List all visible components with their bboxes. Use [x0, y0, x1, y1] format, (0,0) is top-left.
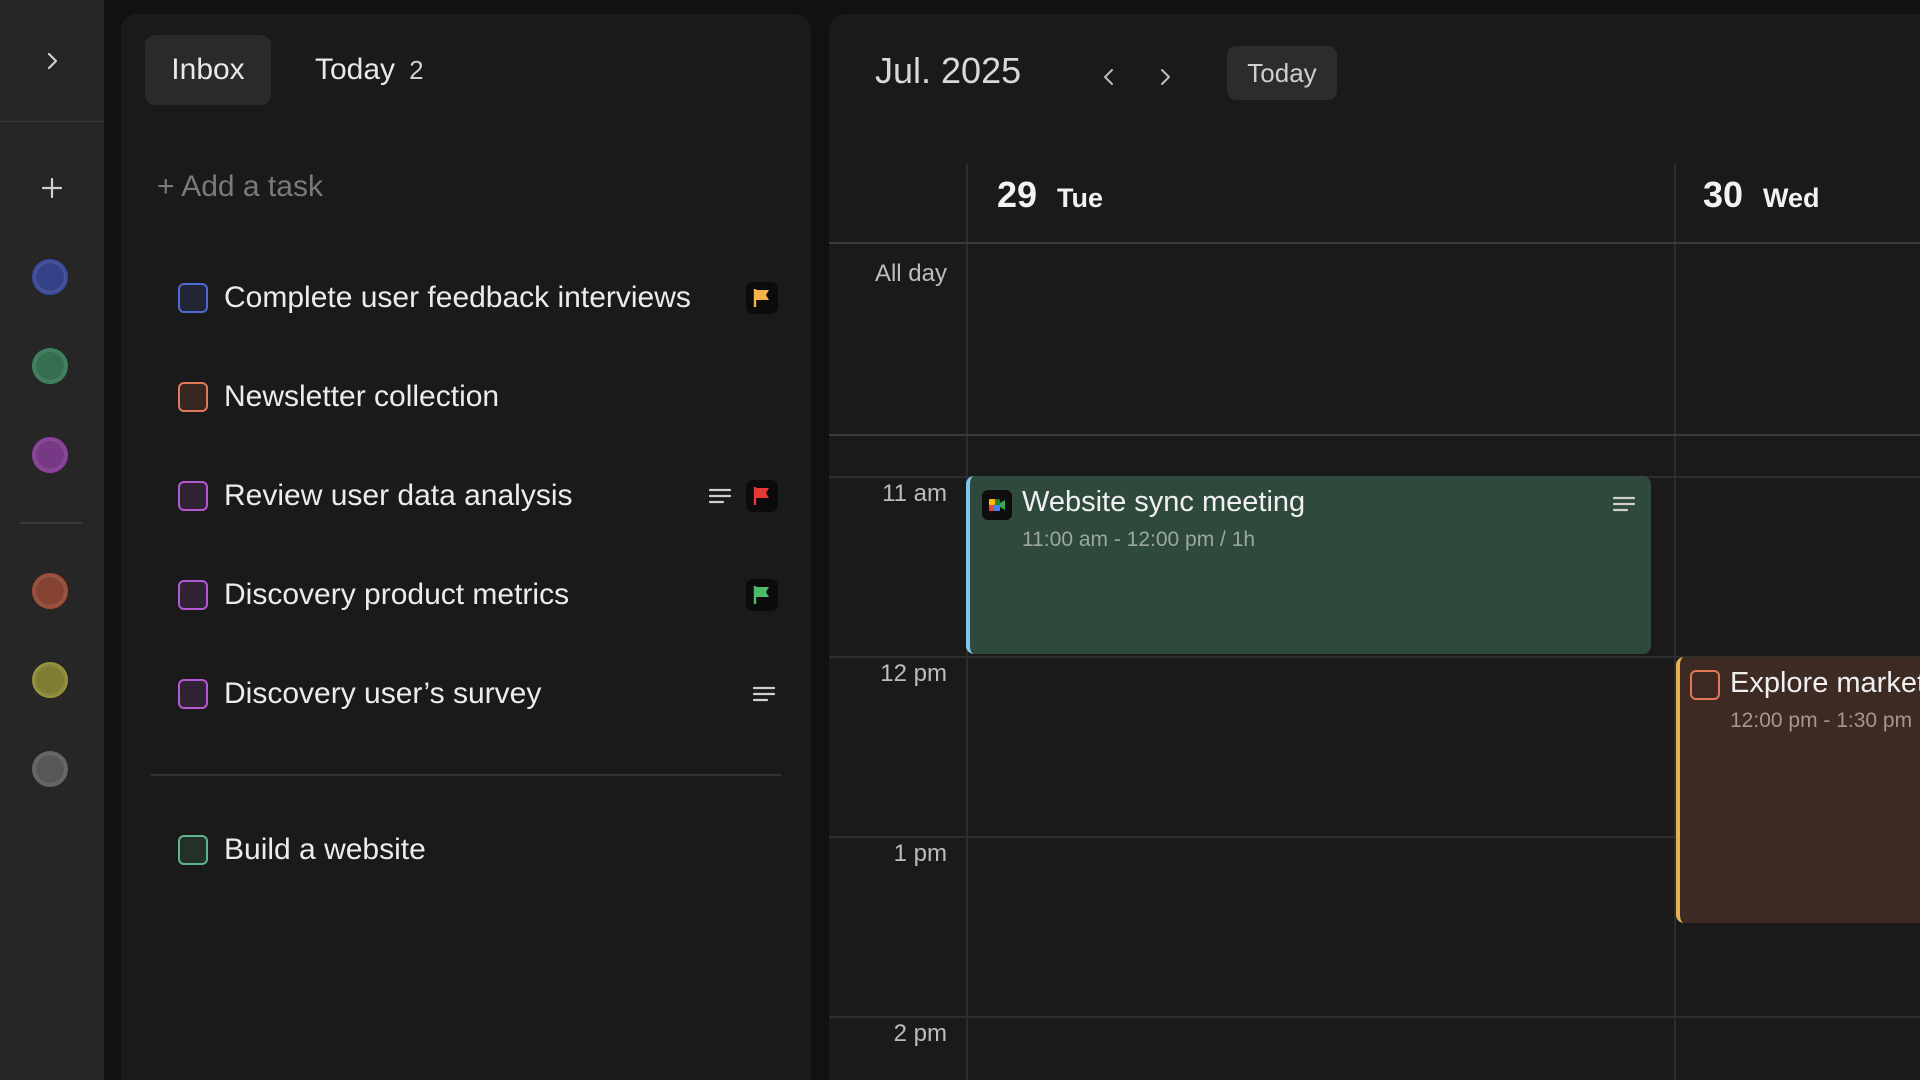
event-time: 12:00 pm - 1:30 pm: [1730, 709, 1913, 732]
task-checkbox[interactable]: [178, 679, 208, 709]
rail-divider: [20, 522, 82, 524]
next-week-button[interactable]: [1145, 57, 1185, 97]
project-dot-purple[interactable]: [32, 437, 68, 473]
flag-icon: [753, 586, 769, 604]
chevron-right-icon: [47, 52, 58, 69]
priority-flag-button[interactable]: [746, 480, 778, 512]
task-panel: Inbox Today 2 + Add a task Complete user…: [121, 14, 811, 1080]
task-checkbox[interactable]: [178, 283, 208, 313]
hour-label: 2 pm: [893, 1020, 947, 1047]
task-title: Discovery user’s survey: [224, 677, 542, 710]
hour-label: 1 pm: [893, 840, 947, 867]
chevron-left-icon: [1104, 69, 1113, 85]
task-item[interactable]: Complete user feedback interviews: [178, 273, 778, 323]
day-column-line: [1674, 164, 1676, 1080]
day-header-tue[interactable]: 29 Tue: [997, 174, 1103, 216]
event-explore-market[interactable]: Explore market 12:00 pm - 1:30 pm: [1676, 657, 1920, 923]
event-checkbox[interactable]: [1690, 670, 1720, 700]
project-dot-gray[interactable]: [32, 751, 68, 787]
tab-today[interactable]: Today 2: [311, 35, 428, 105]
event-title: Website sync meeting: [1022, 486, 1306, 518]
previous-week-button[interactable]: [1089, 57, 1129, 97]
month-label: Jul. 2025: [875, 50, 1022, 91]
flag-icon: [753, 487, 769, 505]
event-website-sync-meeting[interactable]: Website sync meeting 11:00 am - 12:00 pm…: [966, 476, 1651, 654]
task-checkbox[interactable]: [178, 580, 208, 610]
task-title: Complete user feedback interviews: [224, 281, 691, 314]
header-divider: [829, 242, 1920, 244]
task-item[interactable]: Review user data analysis: [178, 471, 778, 521]
task-title: Discovery product metrics: [224, 578, 570, 611]
tab-inbox-label: Inbox: [171, 53, 245, 86]
add-task-input[interactable]: + Add a task: [157, 170, 323, 204]
task-title: Newsletter collection: [224, 380, 500, 413]
project-dot-orange[interactable]: [32, 573, 68, 609]
task-item[interactable]: Discovery product metrics: [178, 570, 778, 620]
event-title: Explore market: [1730, 667, 1920, 699]
notes-button[interactable]: [706, 482, 734, 510]
plus-icon: [41, 177, 63, 199]
day-name: Wed: [1763, 183, 1820, 213]
hour-label: 11 am: [882, 480, 947, 507]
priority-flag-button[interactable]: [746, 282, 778, 314]
task-title: Review user data analysis: [224, 479, 573, 512]
add-project-button[interactable]: [22, 165, 82, 211]
day-number: 30: [1703, 174, 1744, 215]
notes-icon: [1612, 496, 1636, 512]
task-item[interactable]: Discovery user’s survey: [178, 669, 778, 719]
day-header-wed[interactable]: 30 Wed: [1703, 174, 1820, 216]
chevron-right-icon: [1161, 69, 1170, 85]
project-dot-olive[interactable]: [32, 662, 68, 698]
task-checkbox[interactable]: [178, 481, 208, 511]
hour-line: [829, 1016, 1920, 1018]
calendar-panel: Jul. 2025 Today 29 Tue 30 Wed All day 11…: [829, 14, 1920, 1080]
flag-icon: [753, 289, 769, 307]
task-checkbox[interactable]: [178, 382, 208, 412]
task-list-divider: [151, 774, 781, 776]
all-day-divider: [829, 434, 1920, 436]
project-dot-green[interactable]: [32, 348, 68, 384]
notes-icon: [708, 488, 732, 504]
sidebar-toggle-button[interactable]: [0, 0, 104, 122]
notes-icon: [752, 686, 776, 702]
task-item[interactable]: Newsletter collection: [178, 372, 778, 422]
notes-button[interactable]: [750, 680, 778, 708]
tab-today-count: 2: [409, 54, 424, 85]
task-item[interactable]: Build a website: [178, 825, 778, 875]
left-rail: [0, 0, 104, 1080]
tab-today-label: Today: [315, 53, 396, 86]
project-dot-blue[interactable]: [32, 259, 68, 295]
event-time: 11:00 am - 12:00 pm / 1h: [1022, 528, 1256, 551]
task-title: Build a website: [224, 833, 426, 866]
today-button[interactable]: Today: [1227, 46, 1337, 100]
day-number: 29: [997, 174, 1038, 215]
app-window: Inbox Today 2 + Add a task Complete user…: [0, 0, 1920, 1080]
tab-inbox[interactable]: Inbox: [145, 35, 271, 105]
all-day-label: All day: [874, 260, 947, 287]
google-meet-icon: [982, 490, 1012, 520]
hour-label: 12 pm: [880, 660, 947, 687]
priority-flag-button[interactable]: [746, 579, 778, 611]
task-checkbox[interactable]: [178, 835, 208, 865]
event-notes-button[interactable]: [1611, 492, 1637, 516]
day-name: Tue: [1057, 183, 1104, 213]
